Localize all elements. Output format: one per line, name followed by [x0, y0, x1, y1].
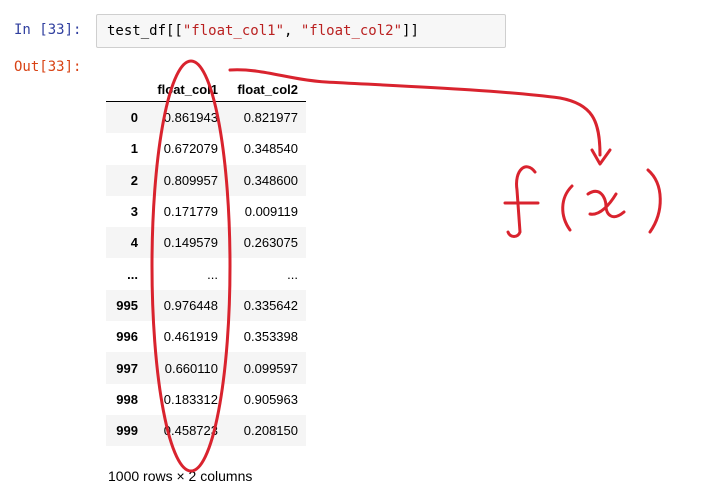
column-header: float_col1 [146, 77, 226, 102]
table-row: 2 0.809957 0.348600 [106, 164, 306, 196]
row-index: 999 [116, 423, 138, 439]
row-index: ... [127, 266, 138, 282]
code-string-1: "float_col1" [182, 23, 285, 39]
float-col1-cell: ... [207, 266, 218, 282]
row-index: 1 [130, 141, 138, 157]
float-col1-cell: 0.976448 [163, 297, 218, 313]
float-col1-cell: 0.171779 [163, 204, 218, 220]
handwritten-open-paren [561, 184, 574, 232]
float-col1-cell: 0.183312 [163, 391, 218, 407]
table-row: 995 0.976448 0.335642 [106, 289, 306, 322]
code-suffix: ]] [402, 23, 419, 39]
float-col2-cell: 0.263075 [243, 235, 298, 251]
float-col2-cell: 0.821977 [243, 110, 298, 126]
code-separator: , [284, 23, 301, 39]
float-col2-cell: 0.009119 [244, 204, 298, 220]
dataframe-table: float_col1 float_col2 0 0.861943 0.821977 1… [106, 77, 306, 447]
float-col1-cell: 0.809957 [163, 172, 218, 188]
dataframe-shape-summary: 1000 rows × 2 columns [108, 468, 253, 484]
float-col2-cell: 0.353398 [243, 329, 298, 345]
float-col1-cell: 0.149579 [163, 235, 218, 251]
float-col2-cell: 0.099597 [243, 360, 298, 376]
float-col1-cell: 0.861943 [163, 110, 218, 126]
float-col1-cell: 0.461919 [163, 329, 218, 345]
row-index: 3 [130, 204, 138, 220]
row-index: 2 [130, 172, 138, 188]
column-header: float_col2 [226, 77, 306, 102]
code-line: test_df[["float_col1", "float_col2"]] [107, 23, 419, 39]
float-col2-cell: 0.905963 [243, 391, 298, 407]
float-col1-cell: 0.672079 [163, 141, 218, 157]
row-index: 998 [116, 391, 138, 407]
arrow-head [590, 148, 612, 166]
table-row: 996 0.461919 0.353398 [106, 321, 306, 352]
table-header-row: float_col1 float_col2 [106, 77, 306, 102]
float-col2-cell: ... [287, 266, 298, 282]
table-row: 999 0.458723 0.208150 [106, 414, 306, 447]
row-index: 995 [116, 297, 138, 313]
index-header [106, 77, 146, 102]
code-prefix: test_df[[ [107, 23, 183, 39]
float-col2-cell: 0.335642 [243, 297, 298, 313]
table-row: ......... [106, 258, 306, 289]
code-string-2: "float_col2" [300, 23, 403, 39]
float-col1-cell: 0.660110 [164, 360, 218, 376]
float-col1-cell: 0.458723 [163, 423, 218, 439]
table-row: 0 0.861943 0.821977 [106, 101, 306, 134]
table-row: 4 0.149579 0.263075 [106, 227, 306, 259]
row-index: 996 [116, 329, 138, 345]
handwritten-close-paren [646, 168, 662, 234]
float-col2-cell: 0.348600 [243, 172, 298, 188]
table-row: 3 0.171779 0.009119 [106, 196, 306, 227]
float-col2-cell: 0.208150 [243, 423, 298, 439]
handwritten-f [503, 165, 540, 238]
table-row: 998 0.183312 0.905963 [106, 384, 306, 415]
output-prompt: Out[33]: [14, 59, 82, 75]
table-row: 1 0.672079 0.348540 [106, 133, 306, 164]
row-index: 0 [130, 110, 138, 126]
table-row: 997 0.660110 0.099597 [106, 352, 306, 384]
float-col2-cell: 0.348540 [243, 141, 298, 157]
row-index: 4 [130, 235, 138, 251]
row-index: 997 [116, 360, 138, 376]
handwritten-x [586, 189, 626, 219]
input-prompt: In [33]: [14, 22, 82, 38]
code-input-cell[interactable]: test_df[["float_col1", "float_col2"]] [96, 14, 506, 48]
